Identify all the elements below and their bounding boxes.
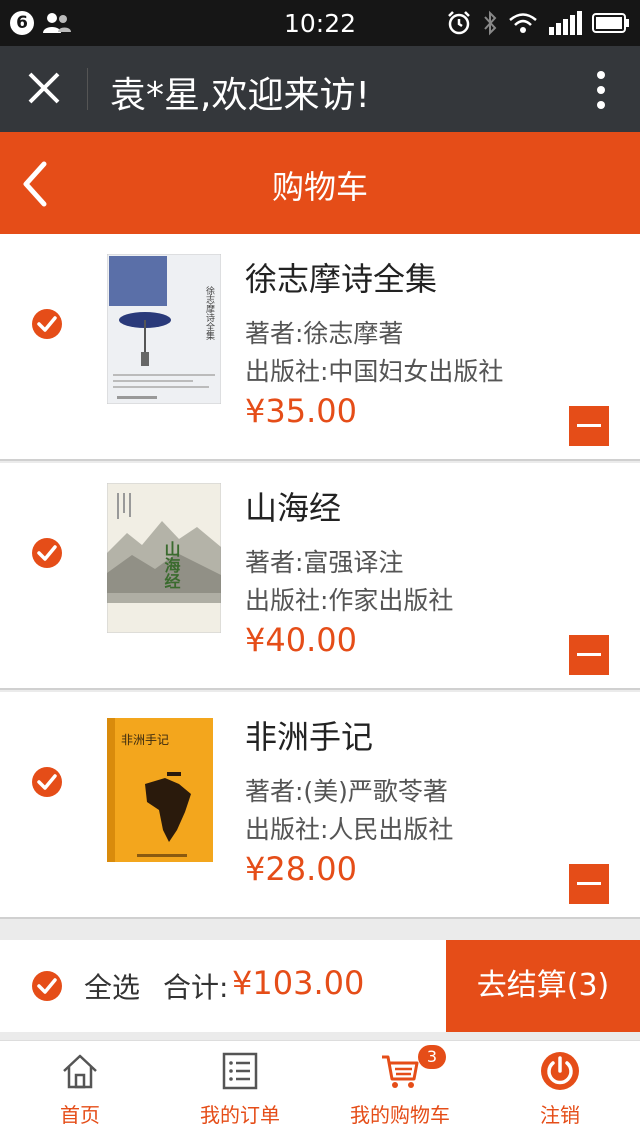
more-vertical-icon[interactable]: [596, 70, 606, 110]
nav-bar: 购物车: [0, 132, 640, 234]
bottom-tab-bar: 首页 我的订单 3 我的购物车 注销: [0, 1040, 640, 1138]
book-cover-image[interactable]: 山海经: [107, 483, 221, 633]
bluetooth-icon: [484, 10, 497, 36]
cover-title: 徐志摩诗全集: [204, 285, 215, 341]
check-icon[interactable]: [31, 766, 63, 798]
tab-orders[interactable]: 我的订单: [160, 1041, 320, 1138]
tab-logout[interactable]: 注销: [480, 1041, 640, 1138]
header-divider: [87, 68, 88, 110]
book-price: ¥35.00: [245, 392, 357, 430]
total-value: ¥103.00: [232, 964, 365, 1002]
total-label: 合计:: [163, 971, 229, 1004]
wechat-header: 袁*星,欢迎来访!: [0, 46, 640, 132]
book-author: 著者:(美)严歌苓著: [245, 777, 448, 806]
cover-title: 非洲手记: [121, 733, 169, 747]
alarm-icon: [448, 11, 470, 35]
status-icons: [446, 9, 630, 37]
check-icon[interactable]: [31, 308, 63, 340]
remove-item-button[interactable]: [569, 635, 609, 675]
book-publisher: 出版社:中国妇女出版社: [245, 357, 504, 386]
book-author: 著者:富强译注: [245, 548, 404, 577]
book-price: ¥40.00: [245, 621, 357, 659]
signal-icon: [549, 11, 582, 35]
cart-icon: [382, 1055, 419, 1088]
book-publisher: 出版社:作家出版社: [245, 586, 454, 615]
tab-label: 首页: [60, 1103, 100, 1127]
book-title[interactable]: 山海经: [245, 483, 341, 529]
checkout-bar: 全选 合计: ¥103.00 去结算(3): [0, 940, 640, 1032]
book-price: ¥28.00: [245, 850, 357, 888]
tab-label: 注销: [540, 1103, 580, 1127]
orders-icon: [222, 1052, 258, 1090]
checkout-button[interactable]: 去结算(3): [446, 940, 640, 1032]
cart-count-badge: 3: [418, 1045, 446, 1069]
home-icon: [63, 1054, 97, 1089]
cart-item: 山海经 山海经 著者:富强译注 出版社:作家出版社 ¥40.00: [0, 463, 640, 690]
cover-title: 山海经: [162, 541, 181, 589]
remove-item-button[interactable]: [569, 864, 609, 904]
cart-item: 徐志摩诗全集 徐志摩诗全集 著者:徐志摩著 出版社:中国妇女出版社 ¥35.00: [0, 234, 640, 461]
book-title[interactable]: 非洲手记: [245, 712, 373, 758]
tab-home[interactable]: 首页: [0, 1041, 160, 1138]
status-bar: 6 10:22: [0, 0, 640, 46]
book-title[interactable]: 徐志摩诗全集: [245, 254, 437, 300]
power-icon: [541, 1052, 579, 1090]
tab-cart[interactable]: 3 我的购物车: [320, 1041, 480, 1138]
remove-item-button[interactable]: [569, 406, 609, 446]
tab-label: 我的购物车: [350, 1103, 450, 1127]
page-title: 袁*星,欢迎来访!: [110, 75, 370, 116]
wifi-icon: [509, 13, 537, 33]
book-author: 著者:徐志摩著: [245, 319, 404, 348]
select-all-check-icon[interactable]: [31, 970, 63, 1002]
book-publisher: 出版社:人民出版社: [245, 815, 454, 844]
close-icon[interactable]: [26, 70, 62, 106]
book-cover-image[interactable]: 非洲手记: [107, 712, 221, 862]
check-icon[interactable]: [31, 537, 63, 569]
select-all-label[interactable]: 全选: [84, 966, 140, 1006]
battery-icon: [592, 13, 629, 33]
tab-label: 我的订单: [200, 1103, 280, 1127]
nav-title: 购物车: [271, 168, 368, 206]
book-cover-image[interactable]: 徐志摩诗全集: [107, 254, 221, 404]
cart-item: 非洲手记 非洲手记 著者:(美)严歌苓著 出版社:人民出版社 ¥28.00: [0, 692, 640, 919]
